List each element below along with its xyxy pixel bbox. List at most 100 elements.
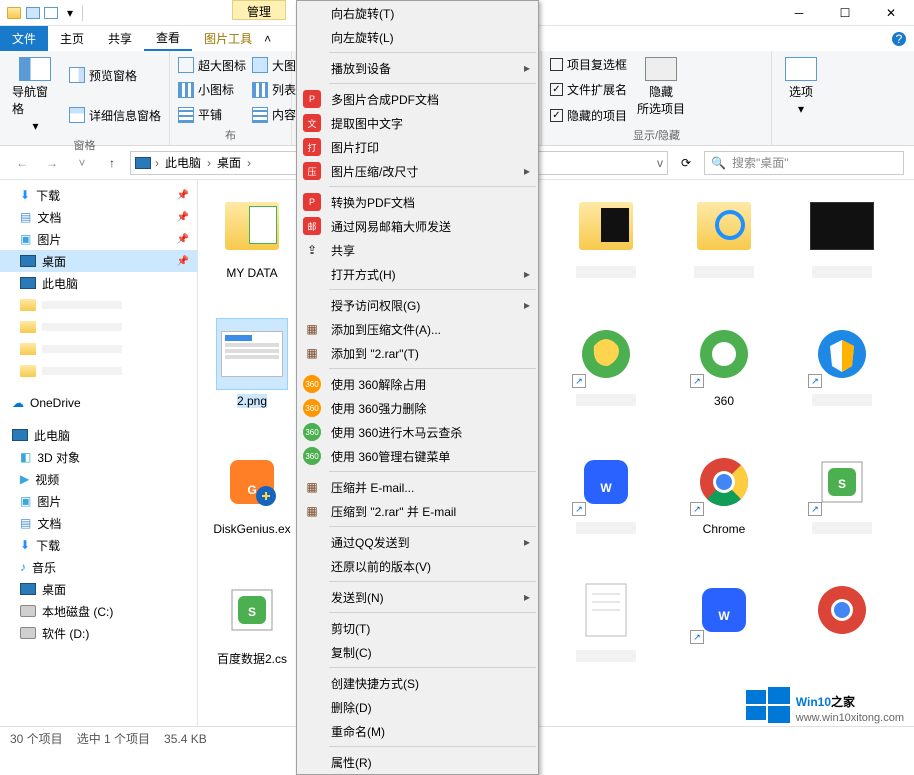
breadcrumb-thispc[interactable]: 此电脑 <box>163 154 203 171</box>
file-item-2png[interactable]: 2.png <box>208 318 296 428</box>
chevron-down-icon[interactable]: ▾ <box>62 5 78 21</box>
file-item-360safe[interactable]: ↗ 360 <box>680 318 768 428</box>
layout-xl-icons[interactable]: 超大图标 <box>178 56 246 75</box>
chk-file-ext[interactable]: ✓文件扩展名 <box>550 80 627 99</box>
mi-send-to[interactable]: 发送到(N)▸ <box>297 585 538 609</box>
file-item-diskgenius[interactable]: G DiskGenius.ex <box>208 446 296 556</box>
file-item-image[interactable] <box>798 190 886 300</box>
mi-360-trojan[interactable]: 360使用 360进行木马云查杀 <box>297 420 538 444</box>
tab-picture-tools[interactable]: 图片工具 <box>192 26 264 51</box>
sidebar-3dobjects[interactable]: ◧3D 对象 <box>0 446 197 468</box>
preview-pane-button[interactable]: 预览窗格 <box>69 66 161 85</box>
minimize-button[interactable]: ─ <box>776 0 822 26</box>
hide-selected-button[interactable]: 隐藏 所选项目 <box>633 55 689 125</box>
close-button[interactable]: ✕ <box>868 0 914 26</box>
refresh-button[interactable]: ⟳ <box>674 151 698 175</box>
sidebar-downloads2[interactable]: ⬇下载 <box>0 534 197 556</box>
collapse-ribbon-icon[interactable]: ˄ <box>264 26 271 51</box>
qat-item[interactable] <box>44 7 58 19</box>
back-button[interactable]: ← <box>10 151 34 175</box>
sidebar-drive-c[interactable]: 本地磁盘 (C:) <box>0 600 197 622</box>
sidebar-pictures2[interactable]: ▣图片 <box>0 490 197 512</box>
sidebar-folder[interactable] <box>0 316 197 338</box>
mi-share[interactable]: ⇪共享 <box>297 238 538 262</box>
mi-360-unlock[interactable]: 360使用 360解除占用 <box>297 372 538 396</box>
tab-share[interactable]: 共享 <box>96 26 144 51</box>
file-item-folder[interactable] <box>562 190 650 300</box>
mi-shortcut[interactable]: 创建快捷方式(S) <box>297 671 538 695</box>
qat-item[interactable] <box>26 7 40 19</box>
sidebar-desktop2[interactable]: 桌面 <box>0 578 197 600</box>
file-item-wps-doc[interactable]: W↗ <box>680 574 768 684</box>
layout-list[interactable]: 列表 <box>252 80 296 99</box>
sidebar-music[interactable]: ♪音乐 <box>0 556 197 578</box>
mi-add-archive[interactable]: ▦添加到压缩文件(A)... <box>297 317 538 341</box>
file-item-ie-shortcut[interactable] <box>680 190 768 300</box>
mi-cast[interactable]: 播放到设备▸ <box>297 56 538 80</box>
mi-rename[interactable]: 重命名(M) <box>297 719 538 743</box>
sidebar-thispc-shortcut[interactable]: 此电脑 <box>0 272 197 294</box>
history-dropdown[interactable]: ˅ <box>70 151 94 175</box>
breadcrumb-desktop[interactable]: 桌面 <box>215 154 243 171</box>
mi-add-2rar[interactable]: ▦添加到 "2.rar"(T) <box>297 341 538 365</box>
file-item-csv[interactable]: S 百度数据2.cs <box>208 574 296 684</box>
nav-pane-button[interactable]: 导航窗格 ▾ <box>8 55 63 135</box>
mi-rotate-left[interactable]: 向左旋转(L) <box>297 25 538 49</box>
maximize-button[interactable]: ☐ <box>822 0 868 26</box>
mi-extract-text[interactable]: 文提取图中文字 <box>297 111 538 135</box>
tab-home[interactable]: 主页 <box>48 26 96 51</box>
layout-content[interactable]: 内容 <box>252 105 296 124</box>
sidebar-onedrive[interactable]: ☁OneDrive <box>0 392 197 414</box>
mi-compress-img[interactable]: 压图片压缩/改尺寸▸ <box>297 159 538 183</box>
layout-lg-icons[interactable]: 大图 <box>252 56 296 75</box>
mi-properties[interactable]: 属性(R) <box>297 750 538 774</box>
file-item-chrome[interactable]: ↗ Chrome <box>680 446 768 556</box>
sidebar-folder[interactable] <box>0 294 197 316</box>
mi-merge-pdf[interactable]: P多图片合成PDF文档 <box>297 87 538 111</box>
mi-print[interactable]: 打图片打印 <box>297 135 538 159</box>
help-icon[interactable]: ? <box>884 26 914 51</box>
file-item-chrome2[interactable] <box>798 574 886 684</box>
contextual-tab-manage[interactable]: 管理 <box>232 0 286 20</box>
search-input[interactable]: 🔍 搜索"桌面" <box>704 151 904 175</box>
file-item-spreadsheet[interactable]: S↗ <box>798 446 886 556</box>
chk-item-checkboxes[interactable]: 项目复选框 <box>550 55 627 74</box>
sidebar-videos[interactable]: ▶视频 <box>0 468 197 490</box>
details-pane-button[interactable]: 详细信息窗格 <box>69 106 161 125</box>
file-item-folder[interactable]: MY DATA <box>208 190 296 300</box>
file-item-security[interactable]: ↗ <box>798 318 886 428</box>
mi-to-pdf[interactable]: P转换为PDF文档 <box>297 190 538 214</box>
options-button[interactable]: 选项 ▾ <box>780 55 822 143</box>
file-item-360browser[interactable]: ↗ <box>562 318 650 428</box>
sidebar-folder[interactable] <box>0 338 197 360</box>
sidebar-drive-d[interactable]: 软件 (D:) <box>0 622 197 644</box>
sidebar-folder[interactable] <box>0 360 197 382</box>
sidebar-downloads[interactable]: ⬇下载📌 <box>0 184 197 206</box>
mi-rotate-right[interactable]: 向右旋转(T) <box>297 1 538 25</box>
mi-grant-access[interactable]: 授予访问权限(G)▸ <box>297 293 538 317</box>
sidebar-desktop[interactable]: 桌面📌 <box>0 250 197 272</box>
sidebar-thispc[interactable]: 此电脑 <box>0 424 197 446</box>
mi-360-forcedel[interactable]: 360使用 360强力删除 <box>297 396 538 420</box>
mi-copy[interactable]: 复制(C) <box>297 640 538 664</box>
tab-view[interactable]: 查看 <box>144 26 192 51</box>
address-dropdown[interactable]: v <box>657 156 663 170</box>
mi-send-netease[interactable]: 邮通过网易邮箱大师发送 <box>297 214 538 238</box>
tab-file[interactable]: 文件 <box>0 26 48 51</box>
layout-sm-icons[interactable]: 小图标 <box>178 80 246 99</box>
file-item-text[interactable] <box>562 574 650 684</box>
up-button[interactable]: ↑ <box>100 151 124 175</box>
mi-zip-2rar-email[interactable]: ▦压缩到 "2.rar" 并 E-mail <box>297 499 538 523</box>
file-item-wps[interactable]: W↗ <box>562 446 650 556</box>
forward-button[interactable]: → <box>40 151 64 175</box>
chk-hidden-items[interactable]: ✓隐藏的项目 <box>550 106 627 125</box>
sidebar-pictures[interactable]: ▣图片📌 <box>0 228 197 250</box>
sidebar-documents2[interactable]: ▤文档 <box>0 512 197 534</box>
mi-qq-send[interactable]: 通过QQ发送到▸ <box>297 530 538 554</box>
mi-360-menu[interactable]: 360使用 360管理右键菜单 <box>297 444 538 468</box>
mi-restore-prev[interactable]: 还原以前的版本(V) <box>297 554 538 578</box>
mi-cut[interactable]: 剪切(T) <box>297 616 538 640</box>
sidebar-documents[interactable]: ▤文档📌 <box>0 206 197 228</box>
mi-delete[interactable]: 删除(D) <box>297 695 538 719</box>
mi-open-with[interactable]: 打开方式(H)▸ <box>297 262 538 286</box>
